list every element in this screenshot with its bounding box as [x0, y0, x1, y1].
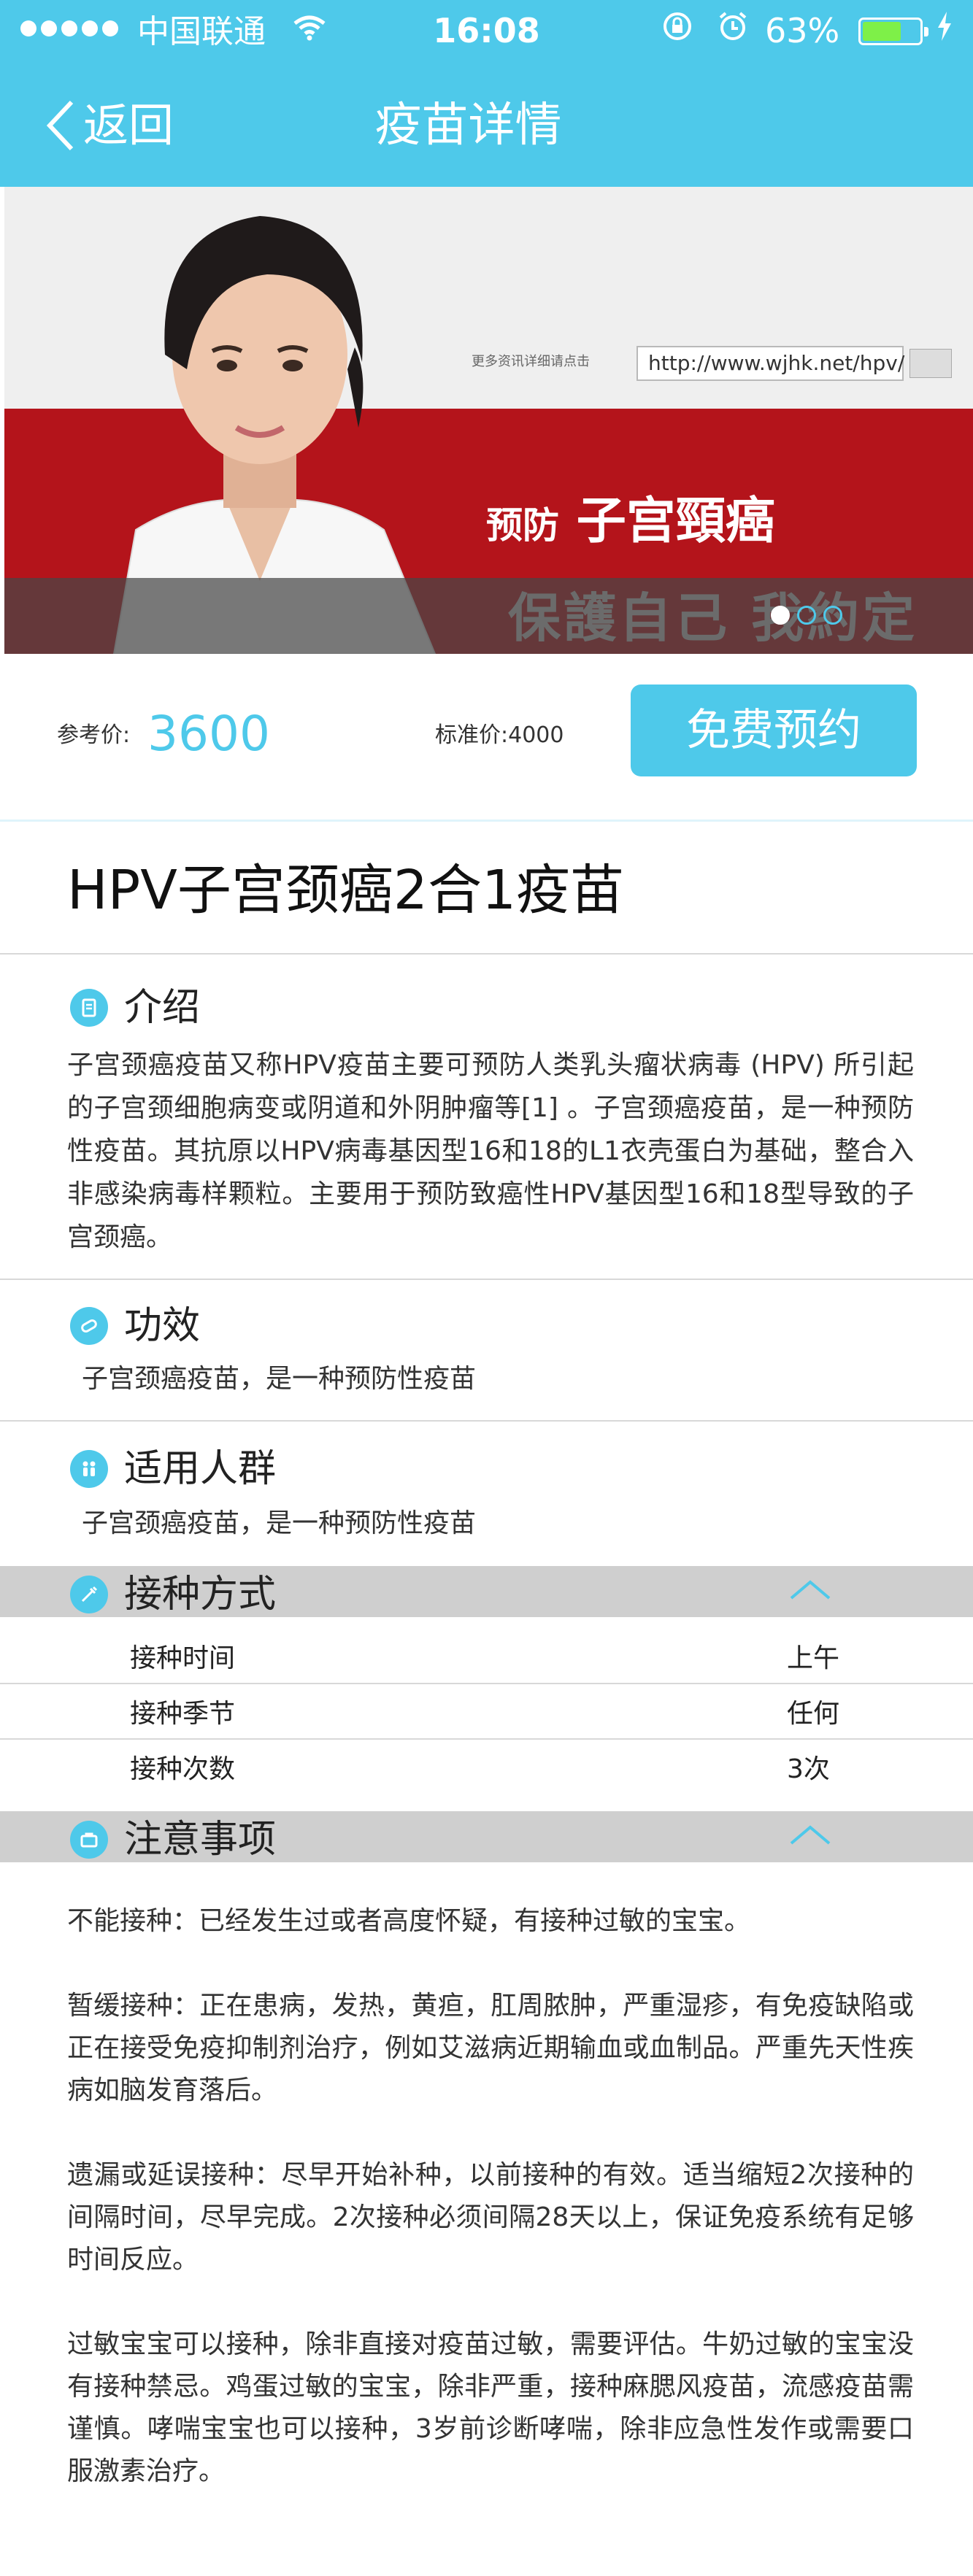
schedule-key: 接种季节: [130, 1699, 236, 1729]
schedule-value: 任何: [787, 1699, 840, 1729]
notes-paragraph: 遗漏或延误接种：尽早开始补种，以前接种的有效。适当缩短2次接种的间隔时间，尽早完…: [67, 2160, 914, 2275]
section-schedule-bar[interactable]: 接种方式: [0, 1566, 973, 1617]
notes-paragraph: 过敏宝宝可以接种，除非直接对疫苗过敏，需要评估。牛奶过敏的宝宝没有接种禁忌。鸡蛋…: [67, 2329, 914, 2486]
product-title: HPV子宫颈癌2合1疫苗: [67, 859, 625, 922]
efficacy-text: 子宫颈癌疫苗，是一种预防性疫苗: [82, 1364, 477, 1394]
audience-text: 子宫颈癌疫苗，是一种预防性疫苗: [82, 1508, 477, 1538]
schedule-value: 上午: [787, 1643, 840, 1673]
promo-banner[interactable]: 更多资讯详细请点击 http://www.wjhk.net/hpv/ 预防 子宫…: [4, 187, 973, 654]
section-notes-title: 注意事项: [124, 1818, 277, 1862]
divider: [0, 953, 973, 955]
briefcase-icon: [70, 1821, 108, 1859]
section-schedule-header: 接种方式: [70, 1569, 276, 1620]
schedule-row: 接种时间 上午: [0, 1630, 973, 1684]
price-row: 参考价: 3600 标准价:4000 免费预约: [0, 654, 973, 822]
chevron-up-icon[interactable]: [788, 1575, 832, 1604]
schedule-row: 接种次数 3次: [0, 1741, 973, 1795]
schedule-key: 接种次数: [130, 1754, 236, 1784]
section-intro-title: 介绍: [124, 986, 201, 1030]
chevron-up-icon[interactable]: [788, 1820, 832, 1849]
banner-slogan: 预防 子宫頸癌: [486, 493, 775, 550]
rotation-lock-icon: [661, 10, 693, 53]
document-icon: [70, 989, 108, 1027]
banner-overlay-slogan: 保護自己 我約定妳: [508, 587, 918, 654]
notes-paragraph: 暂缓接种：正在患病，发热，黄疸，肛周脓肿，严重湿疹，有免疫缺陷或正在接受免疫抑制…: [67, 1991, 914, 2105]
carousel-dot[interactable]: [771, 606, 790, 625]
battery-percent: 63%: [765, 11, 840, 50]
carousel-dot[interactable]: [797, 606, 816, 625]
battery-level: [863, 22, 901, 41]
section-efficacy-header: 功效: [70, 1300, 200, 1351]
notes-paragraph: 不能接种：已经发生过或者高度怀疑，有接种过敏的宝宝。: [67, 1906, 751, 1936]
section-efficacy-title: 功效: [124, 1304, 201, 1348]
reference-price-value: 3600: [147, 706, 270, 762]
standard-price: 标准价:4000: [435, 722, 564, 748]
section-intro-header: 介绍: [70, 982, 200, 1033]
pill-icon: [70, 1307, 108, 1345]
divider: [0, 1279, 973, 1280]
carousel-dot[interactable]: [823, 606, 842, 625]
schedule-key: 接种时间: [130, 1643, 236, 1673]
section-audience-title: 适用人群: [124, 1447, 277, 1491]
syringe-icon: [70, 1576, 108, 1613]
battery-icon: [858, 18, 928, 45]
section-notes-header: 注意事项: [70, 1814, 276, 1865]
notes-content: 不能接种：已经发生过或者高度怀疑，有接种过敏的宝宝。 暂缓接种：正在患病，发热，…: [67, 1900, 914, 2535]
banner-url-button: [909, 349, 952, 378]
section-schedule-title: 接种方式: [124, 1573, 277, 1616]
carousel-dots[interactable]: [771, 606, 842, 625]
people-icon: [70, 1450, 108, 1488]
schedule-value: 3次: [787, 1754, 830, 1784]
section-audience-header: 适用人群: [70, 1443, 276, 1495]
schedule-row: 接种季节 任何: [0, 1686, 973, 1740]
free-booking-button[interactable]: 免费预约: [631, 685, 917, 776]
alarm-icon: [717, 10, 749, 53]
banner-url: http://www.wjhk.net/hpv/: [637, 346, 904, 381]
charging-bolt-icon: [936, 10, 953, 53]
intro-text: 子宫颈癌疫苗又称HPV疫苗主要可预防人类乳头瘤状病毒 (HPV) 所引起的子宫颈…: [67, 1050, 914, 1252]
app-header: 中国联通 16:08 63% 返回 疫苗详情: [0, 0, 973, 187]
divider: [0, 1420, 973, 1422]
section-notes-bar[interactable]: 注意事项: [0, 1811, 973, 1862]
status-bar: 中国联通 16:08 63%: [0, 0, 973, 64]
reference-price-label: 参考价:: [57, 722, 131, 748]
page-title: 疫苗详情: [374, 99, 562, 153]
